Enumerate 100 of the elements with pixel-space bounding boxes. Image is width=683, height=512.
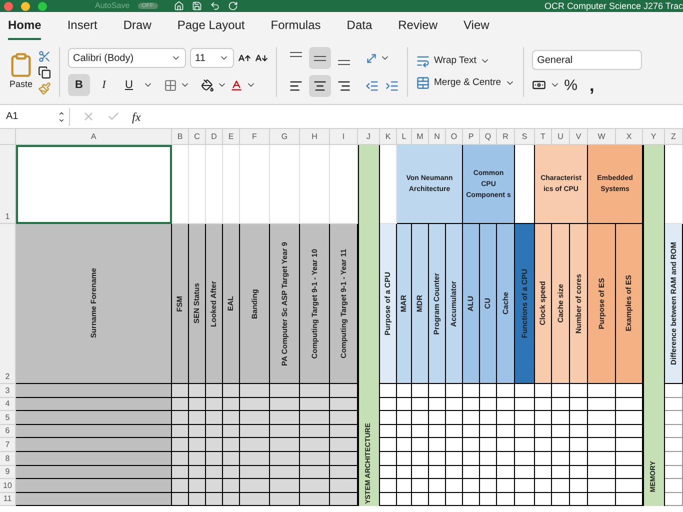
table-cell[interactable] [240,411,270,425]
table-cell[interactable] [480,466,497,480]
table-cell[interactable] [223,424,240,438]
column-header[interactable]: F [240,129,270,145]
column-header[interactable]: I [330,129,358,145]
table-cell[interactable] [515,492,535,506]
table-cell[interactable] [380,492,397,506]
currency-icon[interactable] [532,78,546,92]
font-style-button[interactable]: U [118,74,140,96]
table-cell[interactable] [480,479,497,493]
column-header[interactable]: J [358,129,380,145]
table-cell[interactable] [429,424,446,438]
table-cell[interactable] [515,411,535,425]
table-cell[interactable] [330,452,358,466]
table-cell[interactable] [206,466,223,480]
table-cell[interactable] [480,438,497,452]
table-cell[interactable] [463,466,480,480]
table-cell[interactable] [480,411,497,425]
table-cell[interactable] [223,466,240,480]
table-cell[interactable] [535,492,552,506]
table-cell[interactable] [300,479,330,493]
table-cell[interactable] [223,452,240,466]
table-cell[interactable] [270,424,300,438]
table-cell[interactable] [535,479,552,493]
table-cell[interactable] [429,438,446,452]
table-cell[interactable] [172,452,189,466]
table-cell[interactable] [240,398,270,412]
table-cell[interactable] [535,411,552,425]
table-cell[interactable] [270,384,300,398]
table-cell[interactable] [446,479,463,493]
table-cell[interactable] [412,452,429,466]
table-cell[interactable] [397,479,412,493]
table-cell[interactable] [412,411,429,425]
table-cell[interactable] [463,424,480,438]
table-cell[interactable] [270,466,300,480]
table-cell[interactable] [616,424,643,438]
column-header[interactable]: L [397,129,412,145]
table-cell[interactable] [189,466,206,480]
table-cell[interactable] [223,411,240,425]
ribbon-tab[interactable]: Review [398,16,438,40]
wrap-text-button[interactable]: Wrap Text [416,54,516,68]
table-cell[interactable] [330,424,358,438]
table-cell[interactable] [240,424,270,438]
table-cell[interactable] [535,398,552,412]
table-cell[interactable] [616,411,643,425]
table-cell[interactable] [300,384,330,398]
selected-cell[interactable] [16,145,172,224]
column-header[interactable]: Q [480,129,497,145]
table-cell[interactable] [412,479,429,493]
table-cell[interactable] [380,398,397,412]
column-header[interactable]: H [300,129,330,145]
row-header[interactable]: 6 [0,424,16,438]
table-cell[interactable] [463,438,480,452]
column-header[interactable]: T [535,129,552,145]
table-cell[interactable] [330,411,358,425]
copy-icon[interactable] [38,66,51,78]
table-cell[interactable] [463,398,480,412]
table-cell[interactable] [515,398,535,412]
column-header[interactable]: G [270,129,300,145]
table-cell[interactable] [397,424,412,438]
table-cell[interactable] [380,411,397,425]
table-cell[interactable] [616,452,643,466]
column-header[interactable]: A [16,129,172,145]
column-header[interactable]: P [463,129,480,145]
table-cell[interactable] [515,452,535,466]
number-format-select[interactable]: General [532,50,642,70]
table-cell[interactable] [552,411,570,425]
table-cell[interactable] [189,398,206,412]
table-cell[interactable] [397,411,412,425]
table-cell[interactable] [570,398,588,412]
ribbon-tab[interactable]: Data [346,16,372,40]
row-header[interactable]: 5 [0,411,16,425]
ribbon-tab[interactable]: Page Layout [177,16,245,40]
table-cell[interactable] [570,438,588,452]
table-cell[interactable] [480,492,497,506]
table-cell[interactable] [446,424,463,438]
table-cell[interactable] [497,398,515,412]
insert-function-button[interactable]: fx [132,108,141,126]
table-cell[interactable] [412,384,429,398]
table-cell[interactable] [330,438,358,452]
table-cell[interactable] [397,438,412,452]
comma-style-button[interactable]: , [589,76,594,94]
table-cell[interactable] [497,466,515,480]
table-cell[interactable] [665,492,683,506]
table-cell[interactable] [616,466,643,480]
table-cell[interactable] [429,479,446,493]
table-cell[interactable] [330,398,358,412]
table-cell[interactable] [497,479,515,493]
table-cell[interactable] [189,438,206,452]
row-header[interactable]: 11 [0,492,16,506]
table-cell[interactable] [172,438,189,452]
table-cell[interactable] [397,492,412,506]
table-cell[interactable] [463,479,480,493]
table-cell[interactable] [497,424,515,438]
merge-centre-button[interactable]: Merge & Centre [416,76,516,90]
column-header[interactable]: E [223,129,240,145]
table-cell[interactable] [570,424,588,438]
table-cell[interactable] [270,438,300,452]
table-cell[interactable] [397,466,412,480]
table-cell[interactable] [665,452,683,466]
